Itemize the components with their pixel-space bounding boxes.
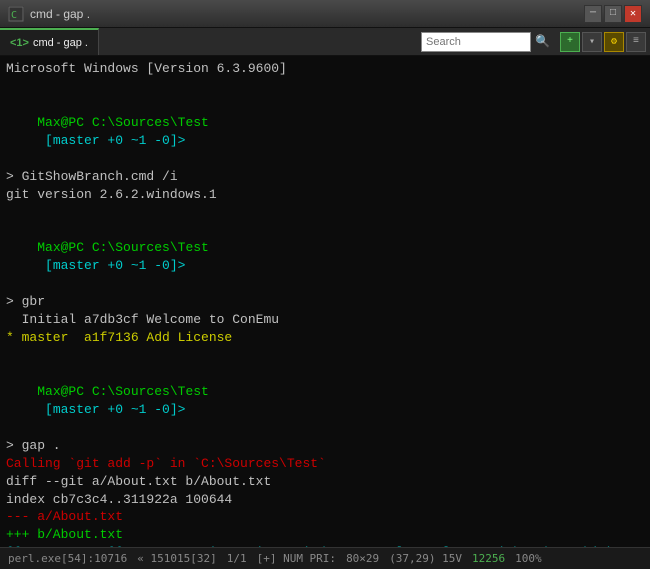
status-zoom: 100% [515,552,542,565]
line-gitver: git version 2.6.2.windows.1 [6,186,644,204]
search-input[interactable] [421,32,531,52]
terminal: Microsoft Windows [Version 6.3.9600] Max… [0,56,650,547]
status-process: perl.exe[54]:10716 [8,552,127,565]
line-diff1: diff --git a/About.txt b/About.txt [6,473,644,491]
svg-text:C: C [11,10,17,21]
status-size: 80×29 [346,552,379,565]
status-position: « 151015[32] [137,552,216,565]
prompt2-branch: [master +0 ~1 -0]> [37,258,185,273]
window-title: cmd - gap . [30,7,90,21]
line-blank-3 [6,347,644,365]
search-icon: 🔍 [535,34,550,49]
line-blank-1 [6,78,644,96]
tab-bar: <1> cmd - gap . 🔍 + ▾ ⚙ ≡ [0,28,650,56]
add-tab-button[interactable]: + [560,32,580,52]
status-coords: (37,29) 15V [389,552,462,565]
line-prompt1: Max@PC C:\Sources\Test [master +0 ~1 -0]… [6,96,644,168]
maximize-button[interactable]: □ [604,5,622,23]
title-bar-left: C cmd - gap . [8,6,90,22]
status-indicator: [+] NUM PRI: [257,552,336,565]
line-blank-2 [6,204,644,222]
prompt1-path: Max@PC C:\Sources\Test [37,115,209,130]
line-cmd3: > gap . [6,437,644,455]
menu-button[interactable]: ≡ [626,32,646,52]
tab-1[interactable]: <1> cmd - gap . [0,28,99,55]
line-master: * master a1f7136 Add License [6,329,644,347]
tab-num: <1> [10,37,29,49]
prompt1-branch: [master +0 ~1 -0]> [37,133,185,148]
prompt3-branch: [master +0 ~1 -0]> [37,402,185,417]
minimize-button[interactable]: ─ [584,5,602,23]
line-cmd2: > gbr [6,293,644,311]
line-hunk-hdr: @@ -5,7 +5,7 @@ ConEmu-Maximus5 is a Win… [6,544,644,547]
status-filesize: 12256 [472,552,505,565]
line-minus-file: --- a/About.txt [6,508,644,526]
line-index: index cb7c3c4..311922a 100644 [6,491,644,509]
window-controls[interactable]: ─ □ ✕ [584,5,642,23]
prompt3-path: Max@PC C:\Sources\Test [37,384,209,399]
search-box: 🔍 [415,28,556,55]
line-cmd1: > GitShowBranch.cmd /i [6,168,644,186]
line-initial: Initial a7db3cf Welcome to ConEmu [6,311,644,329]
app-icon: C [8,6,24,22]
line-prompt3: Max@PC C:\Sources\Test [master +0 ~1 -0]… [6,365,644,437]
close-button[interactable]: ✕ [624,5,642,23]
line-plus-file: +++ b/About.txt [6,526,644,544]
line-calling: Calling `git add -p` in `C:\Sources\Test… [6,455,644,473]
tab-label: cmd - gap . [33,37,88,49]
status-fraction: 1/1 [227,552,247,565]
toolbar-icons: + ▾ ⚙ ≡ [556,28,650,55]
status-bar: perl.exe[54]:10716 « 151015[32] 1/1 [+] … [0,547,650,569]
line-1: Microsoft Windows [Version 6.3.9600] [6,60,644,78]
line-prompt2: Max@PC C:\Sources\Test [master +0 ~1 -0]… [6,221,644,293]
settings-button[interactable]: ⚙ [604,32,624,52]
title-bar: C cmd - gap . ─ □ ✕ [0,0,650,28]
dropdown-button[interactable]: ▾ [582,32,602,52]
prompt2-path: Max@PC C:\Sources\Test [37,240,209,255]
